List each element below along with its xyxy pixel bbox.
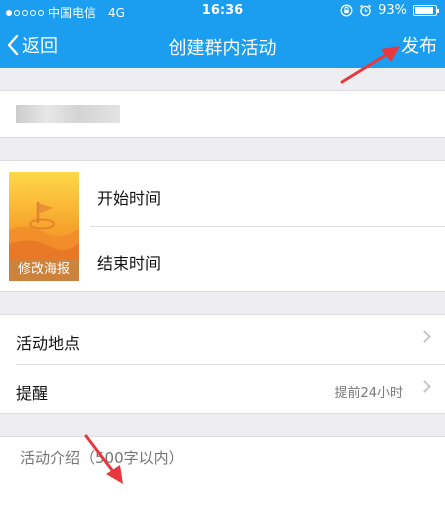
header: 中国电信 4G 16:36 93% 返回 创建群内活动 发布	[0, 0, 445, 68]
alarm-icon	[360, 4, 372, 17]
navigation-bar: 返回 创建群内活动 发布	[0, 24, 445, 68]
reminder-row[interactable]: 提醒 提前24小时	[0, 365, 445, 414]
start-time-field[interactable]: 开始时间	[97, 185, 161, 209]
activity-name-field[interactable]	[0, 90, 445, 138]
reminder-label: 提醒	[16, 384, 49, 403]
publish-button[interactable]: 发布	[401, 32, 437, 58]
intro-section	[0, 436, 445, 518]
blurred-activity-name	[16, 105, 120, 123]
settings-section: 活动地点 提醒 提前24小时	[0, 314, 445, 414]
activity-intro-input[interactable]	[20, 449, 420, 467]
edit-poster-label: 修改海报	[9, 259, 79, 281]
status-right: 93%	[340, 3, 439, 18]
reminder-value: 提前24小时	[334, 386, 403, 401]
location-label: 活动地点	[16, 334, 81, 353]
chevron-right-icon	[418, 380, 431, 393]
battery-icon	[413, 5, 439, 16]
rotation-lock-icon	[340, 4, 353, 17]
page-title: 创建群内活动	[168, 38, 277, 59]
chevron-right-icon	[418, 330, 431, 343]
battery-fill	[415, 7, 434, 14]
status-bar: 中国电信 4G 16:36 93%	[0, 0, 445, 22]
time-section: 修改海报 开始时间 结束时间	[0, 160, 445, 292]
poster-thumbnail[interactable]: 修改海报	[9, 172, 79, 281]
location-row[interactable]: 活动地点	[0, 315, 445, 364]
end-time-field[interactable]: 结束时间	[97, 250, 161, 274]
battery-percent: 93%	[378, 3, 407, 18]
divider	[90, 226, 445, 227]
